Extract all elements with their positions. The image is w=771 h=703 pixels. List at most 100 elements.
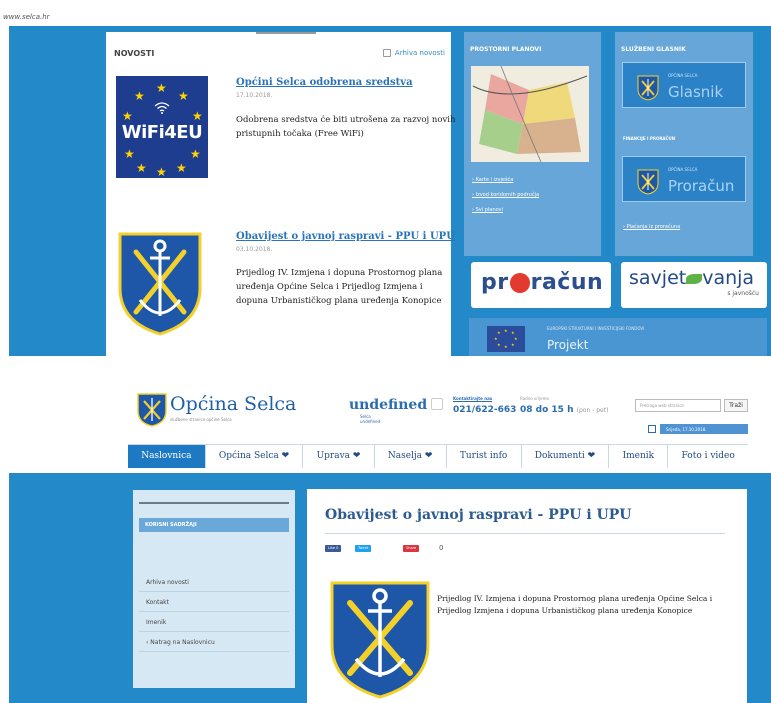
plans-link[interactable]: Karte i izvješća (472, 177, 514, 183)
coat-of-arms-thumbnail[interactable] (116, 230, 204, 336)
page-title: Obavijest o javnoj raspravi - PPU i UPU (325, 507, 632, 523)
hours-days: (pon - pet) (576, 407, 609, 414)
contact-label[interactable]: Kontaktirajte nas (453, 396, 492, 401)
sidebar-item-arhiva[interactable]: Arhiva novosti (139, 574, 289, 592)
nav-item-opcina-selca[interactable]: Općina Selca ❤ (206, 445, 304, 468)
site-name[interactable]: Općina Selca (170, 393, 296, 415)
article-title-link[interactable]: Općini Selca odobrena sredstva (236, 77, 413, 88)
title-divider (325, 533, 725, 534)
svg-text:★: ★ (514, 336, 518, 341)
bottom-page-background: KORISNI SADRŽAJI Arhiva novosti Kontakt … (9, 473, 771, 703)
hours-time: 08 do 15 h (520, 405, 574, 415)
banner-caption: EUROPSKI STRUKTURNI I INVESTICIJSKI FOND… (547, 326, 645, 331)
badge-title: Proračun (668, 177, 735, 195)
screenshot-root: { "url_text": "www.selca.hr", "top": { "… (0, 0, 771, 703)
news-panel: NOVOSTI Arhiva novosti ★ ★ ★ ★ ★ ★ ★ ★ ★ ★ WiF… (106, 32, 455, 356)
spatial-plans-panel: PROSTORNI PLANOVI Karte i izvješća Izvod… (464, 32, 601, 256)
proracun-logo: pr račun (481, 270, 603, 295)
article-excerpt: Prijedlog IV. Izmjena i dopuna Prostorno… (236, 268, 443, 306)
hours-value: 08 do 15 h (pon - pet) (520, 405, 608, 415)
svg-text:★: ★ (192, 109, 203, 123)
sidebar-item-imenik[interactable]: Imenik (139, 614, 289, 632)
search-button[interactable]: Traži (724, 399, 748, 412)
plans-link[interactable]: Svi planovi (472, 207, 503, 213)
panel-heading: PROSTORNI PLANOVI (470, 46, 542, 53)
article-excerpt: Odobrena sredstva će biti utrošena za ra… (236, 115, 456, 139)
logo-subtitle: s javnošću (727, 290, 759, 297)
nav-item-naslovnica[interactable]: Naslovnica (128, 445, 206, 468)
leaf-icon (686, 273, 703, 284)
budget-payments-link[interactable]: Plaćanja iz proračuna (623, 224, 681, 230)
archive-icon (382, 49, 391, 57)
glasnik-badge[interactable]: OPĆINA SELCA Glasnik (622, 62, 746, 108)
hours-label: Radno vrijeme (520, 396, 549, 401)
svg-text:★: ★ (134, 89, 145, 103)
svg-text:★: ★ (494, 336, 498, 341)
svg-text:★: ★ (156, 81, 167, 95)
top-page-background: NOVOSTI Arhiva novosti ★ ★ ★ ★ ★ ★ ★ ★ ★ ★ WiF… (9, 26, 771, 356)
site-logo-icon[interactable] (137, 393, 167, 427)
coat-of-arms-icon (637, 169, 659, 195)
svg-text:★: ★ (178, 89, 189, 103)
panel-divider (256, 32, 316, 34)
subtext-line: undefined (360, 419, 381, 424)
nav-item-dokumenti[interactable]: Dokumenti ❤ (522, 445, 610, 468)
sidebar-item-back[interactable]: ‹ Natrag na Naslovnicu (139, 634, 289, 652)
proracun-badge[interactable]: OPĆINA SELCA Proračun (622, 156, 746, 202)
sidebar-divider (139, 502, 289, 504)
svg-text:★: ★ (122, 109, 133, 123)
news-heading: NOVOSTI (114, 49, 155, 58)
eu-flag-icon: ★ ★ ★ ★ ★ ★ ★ ★ (487, 326, 525, 352)
svg-text:★: ★ (504, 328, 508, 333)
svg-text:★: ★ (497, 342, 501, 347)
svg-text:★: ★ (176, 161, 187, 175)
share-count: 0 (439, 544, 444, 552)
useful-content-sidebar: KORISNI SADRŽAJI Arhiva novosti Kontakt … (133, 490, 295, 688)
header-undefined-text: undefined (349, 397, 428, 413)
archive-label: Arhiva novosti (394, 49, 445, 57)
phone-icon (431, 398, 443, 410)
coat-of-arms-image (330, 581, 430, 699)
search-input[interactable]: Pretraga web stranice (635, 399, 721, 412)
facebook-like-button[interactable]: Like 0 (325, 545, 342, 552)
svg-text:★: ★ (124, 147, 135, 161)
banner-title: Projekt (547, 338, 589, 352)
article-content-panel: Obavijest o javnoj raspravi - PPU i UPU … (307, 489, 747, 703)
pie-chart-icon (509, 273, 530, 293)
article-date: 03.10.2018. (236, 246, 273, 253)
savjetovanja-logo: savjet vanja (629, 267, 754, 289)
article-date: 17.10.2018. (236, 92, 273, 99)
nav-item-imenik[interactable]: Imenik (609, 445, 669, 468)
proracun-logo-banner[interactable]: pr račun (471, 262, 611, 308)
nav-item-turist-info[interactable]: Turist info (447, 445, 522, 468)
sidebar-item-kontakt[interactable]: Kontakt (139, 594, 289, 612)
coat-of-arms-icon (637, 75, 659, 101)
current-date: Srijeda, 17.10.2018. (660, 424, 748, 434)
nav-item-naselja[interactable]: Naselja ❤ (375, 445, 447, 468)
spatial-plan-map-image[interactable] (471, 66, 589, 162)
eu-project-banner[interactable]: ★ ★ ★ ★ ★ ★ ★ ★ EUROPSKI STRUKTURNI I INVESTIC… (469, 318, 767, 356)
share-button[interactable]: Share (403, 545, 420, 552)
archive-link[interactable]: Arhiva novosti (382, 49, 445, 57)
svg-text:★: ★ (504, 344, 508, 349)
logo-text: račun (530, 270, 604, 295)
calendar-icon (648, 425, 656, 433)
plans-link[interactable]: Izvod koridornih područja (472, 192, 539, 198)
article-title-link[interactable]: Obavijest o javnoj raspravi - PPU i UPU (236, 231, 455, 242)
wifi4eu-thumbnail[interactable]: ★ ★ ★ ★ ★ ★ ★ ★ ★ ★ WiFi4EU (116, 76, 208, 178)
panel-heading: SLUŽBENI GLASNIK (621, 46, 686, 53)
svg-text:★: ★ (156, 165, 167, 178)
wifi-signal-icon (154, 102, 170, 118)
tweet-button[interactable]: Tweet (355, 545, 372, 552)
main-navigation: Naslovnica Općina Selca ❤ Uprava ❤ Nasel… (128, 444, 748, 468)
logo-text: pr (481, 270, 509, 295)
article-body: Prijedlog IV. Izmjena i dopuna Prostorno… (437, 594, 713, 615)
logo-text: savjet (629, 267, 687, 289)
badge-title: Glasnik (668, 83, 724, 101)
nav-item-uprava[interactable]: Uprava ❤ (303, 445, 375, 468)
nav-item-foto-video[interactable]: Foto i video (668, 445, 748, 468)
header-undefined-subtext: Selca undefined (360, 414, 380, 424)
savjetovanja-logo-banner[interactable]: savjet vanja s javnošću (621, 262, 767, 308)
svg-text:★: ★ (497, 330, 501, 335)
badge-caption: OPĆINA SELCA (668, 167, 698, 172)
